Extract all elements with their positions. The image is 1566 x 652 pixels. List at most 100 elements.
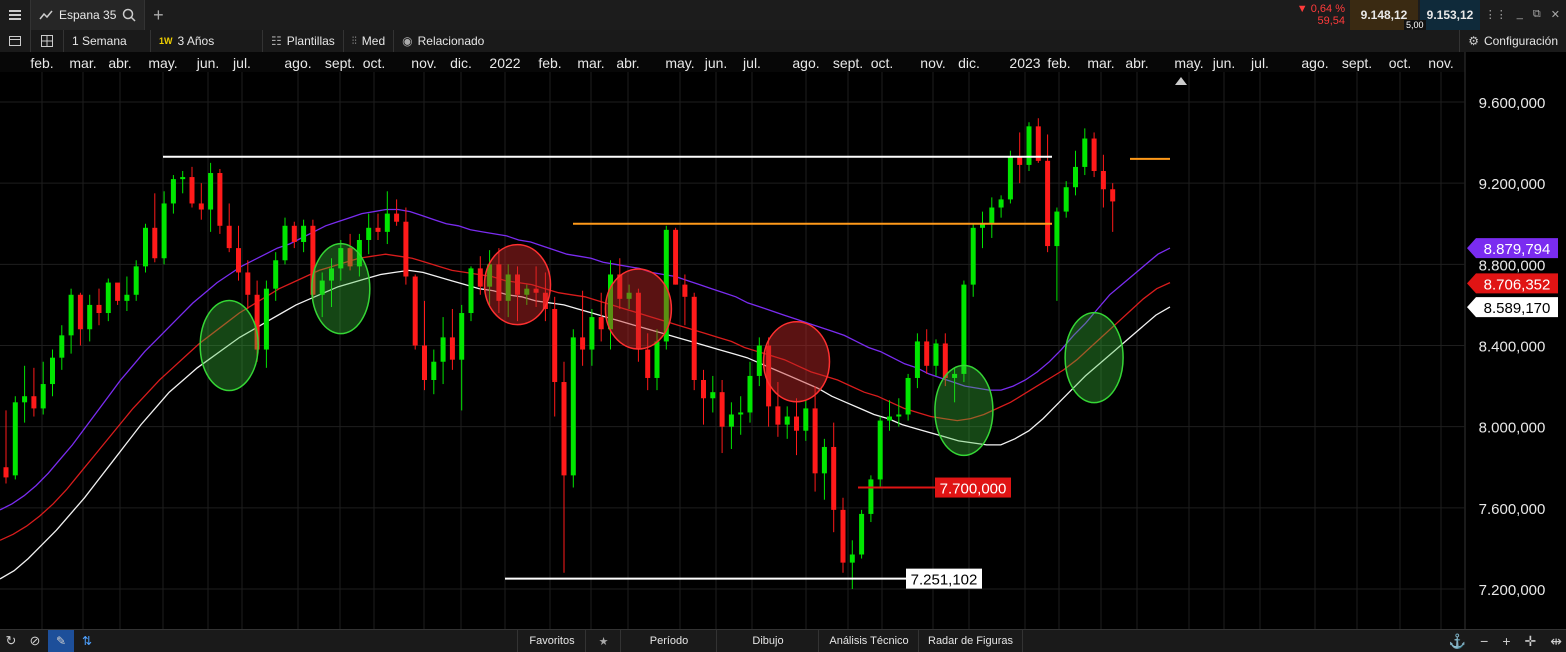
interval-select[interactable]: 1 Semana — [64, 30, 151, 52]
configuration-button[interactable]: ⚙ Configuración — [1459, 30, 1566, 52]
x-tick-label: abr. — [108, 55, 131, 71]
green-zone-circle — [199, 299, 259, 392]
pattern-radar-menu[interactable]: Radar de Figuras — [918, 630, 1023, 652]
red-zone-circle — [483, 243, 552, 326]
candle-body — [1017, 156, 1023, 165]
period-menu[interactable]: Período — [620, 630, 717, 652]
drag-handle-icon[interactable]: ⋮⋮ — [1485, 8, 1507, 21]
refresh-icon[interactable]: ↻ — [0, 630, 22, 652]
ask-box[interactable]: 9.153,12 — [1420, 0, 1480, 30]
anchor-icon[interactable]: ⚓ — [1449, 633, 1466, 650]
y-tick-label: 8.000,000 — [1479, 420, 1546, 437]
close-icon[interactable]: ✕ — [1551, 8, 1560, 21]
x-tick-label: ago. — [284, 55, 311, 71]
x-tick-label: dic. — [450, 55, 472, 71]
candle-body — [477, 268, 483, 287]
x-tick-label: oct. — [871, 55, 894, 71]
candle-body — [12, 402, 18, 476]
x-tick-label: oct. — [1389, 55, 1412, 71]
instrument-name: Espana 35 — [59, 8, 117, 22]
price-tag-label: 8.589,170 — [1484, 300, 1551, 317]
zoom-in-icon[interactable]: + — [1502, 633, 1510, 649]
price-chart[interactable]: feb. mar. abr. may. jun. jul. ago. sept. oct. nov… — [0, 52, 1566, 630]
candle-body — [794, 416, 799, 431]
candle-body — [812, 408, 818, 474]
candle-body — [1045, 160, 1051, 247]
price-tag-label: 8.879,794 — [1484, 241, 1551, 258]
candle-body — [431, 361, 437, 380]
candle-body — [291, 225, 297, 243]
related-button[interactable]: ◉ Relacionado — [394, 30, 492, 52]
y-tick-label: 7.200,000 — [1479, 582, 1546, 599]
drawing-menu[interactable]: Dibujo — [716, 630, 819, 652]
panel-icon[interactable] — [0, 30, 31, 52]
y-tick-label: 7.600,000 — [1479, 501, 1546, 518]
change-points: 59,54 — [1317, 15, 1345, 27]
candle-body — [970, 227, 976, 285]
candle-body — [989, 207, 995, 224]
search-icon[interactable] — [122, 8, 136, 22]
candle-body — [756, 345, 762, 376]
minimize-icon[interactable]: _ — [1517, 8, 1523, 21]
pencil-icon[interactable]: ✎ — [48, 630, 74, 652]
x-tick-label: ago. — [1301, 55, 1328, 71]
instrument-tab[interactable]: Espana 35 — [31, 0, 146, 30]
candle-body — [115, 282, 121, 301]
x-tick-label: jun. — [1212, 55, 1236, 71]
expand-icon[interactable]: ⇹ — [1550, 633, 1562, 650]
top-bar: Espana 35 + ▼ 0,64 % 59,54 9.148,12 9.15… — [0, 0, 1566, 31]
price-type-label: Med — [361, 34, 386, 48]
red-zone-circle — [762, 320, 831, 403]
candle-body — [831, 446, 837, 510]
candle-body — [821, 446, 827, 474]
templates-button[interactable]: ☷ Plantillas — [263, 30, 344, 52]
range-select[interactable]: 1W 3 Años — [151, 30, 263, 52]
cancel-icon[interactable]: ⊘ — [22, 630, 48, 652]
candle-body — [645, 349, 651, 378]
candle-body — [570, 337, 576, 476]
zoom-out-icon[interactable]: − — [1480, 633, 1488, 649]
spread-value: 5,00 — [1404, 20, 1426, 30]
zoom-controls: ⚓ − + ✛ ⇹ — [1449, 630, 1562, 652]
candle-body — [40, 384, 46, 409]
candle-body — [728, 414, 734, 427]
candle-body — [673, 229, 679, 285]
candle-body — [152, 227, 158, 259]
ask-price: 9.153,12 — [1426, 8, 1474, 22]
candle-body — [784, 416, 790, 425]
candle-body — [459, 313, 465, 360]
drawing-label: Dibujo — [752, 635, 784, 647]
star-icon[interactable]: ★ — [585, 630, 621, 652]
crosshair-icon[interactable]: ✛ — [1525, 633, 1537, 650]
candle-body — [691, 296, 697, 380]
technical-analysis-menu[interactable]: Análisis Técnico — [818, 630, 919, 652]
candle-body — [143, 227, 148, 267]
x-tick-label: 2022 — [489, 55, 520, 71]
x-tick-label: 2023 — [1009, 55, 1040, 71]
candle-body — [747, 375, 753, 413]
sort-arrows-icon[interactable]: ⇅ — [74, 630, 100, 652]
candle-body — [236, 248, 241, 273]
change-box: ▼ 0,64 % 59,54 — [1287, 0, 1349, 30]
candle-body — [124, 294, 130, 301]
price-type-button[interactable]: ⫶⫶ Med — [344, 30, 395, 52]
y-tick-label: 9.600,000 — [1479, 95, 1546, 112]
candle-body — [50, 357, 55, 385]
x-tick-label: jul. — [742, 55, 761, 71]
favorites-menu[interactable]: Favoritos — [517, 630, 586, 652]
popout-icon[interactable]: ⧉ — [1533, 8, 1541, 21]
candle-body — [180, 177, 186, 180]
add-tab-icon[interactable]: + — [145, 0, 171, 30]
bottom-bar: ↻ ⊘ ✎ ⇅ Favoritos ★ Período Dibujo Análi… — [0, 629, 1566, 652]
candle-body — [887, 416, 892, 421]
green-zone-circle — [934, 364, 994, 457]
level-label: 7.700,000 — [940, 481, 1007, 498]
candle-body — [1082, 138, 1088, 167]
interval-badge: 1W — [159, 36, 173, 46]
related-label: Relacionado — [417, 34, 485, 48]
candle-body — [366, 227, 372, 240]
menu-icon[interactable] — [0, 0, 31, 30]
layout-grid-icon[interactable] — [31, 30, 64, 52]
candle-body — [561, 382, 567, 476]
support-label: 7.251,102 — [911, 572, 978, 589]
